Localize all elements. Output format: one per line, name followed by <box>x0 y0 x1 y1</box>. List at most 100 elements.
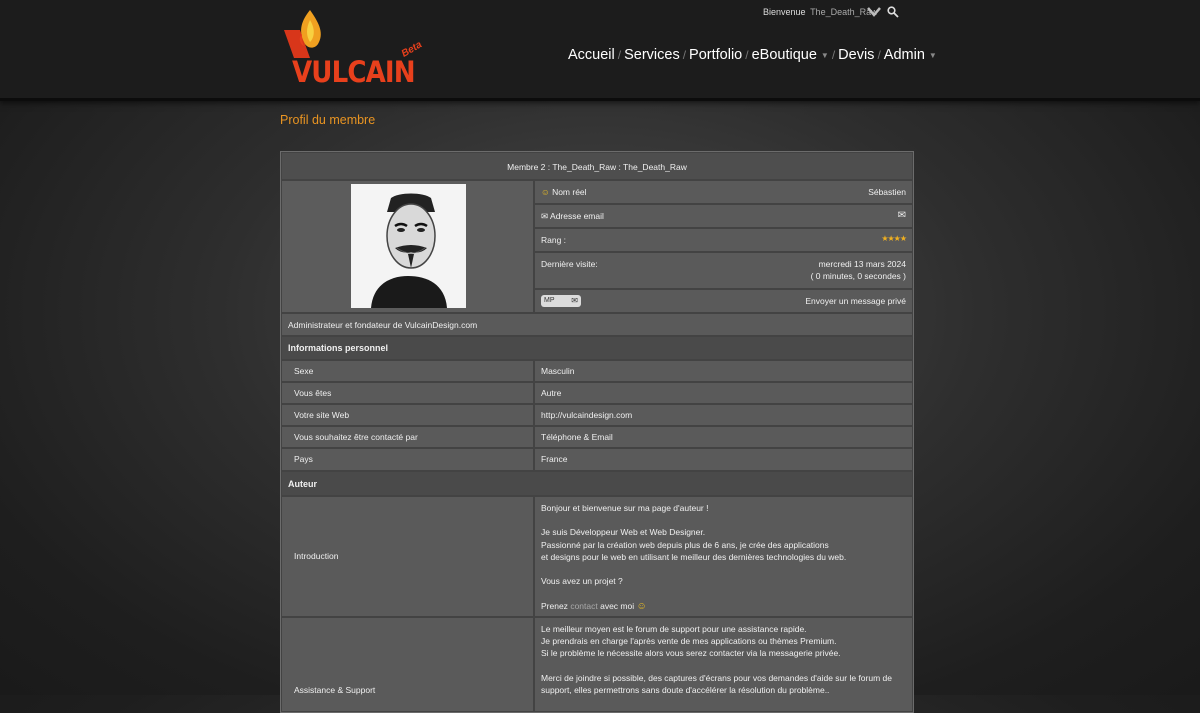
avatar <box>351 184 466 308</box>
real-name-label-text: Nom réel <box>552 187 587 197</box>
logo-text: VULCAIN <box>292 55 416 89</box>
intro-cta: Prenez contact avec moi ☺ <box>541 600 846 613</box>
contact-link[interactable]: contact <box>570 601 597 611</box>
nav-separator: / <box>831 48 836 62</box>
intro-text-cell: Bonjour et bienvenue sur ma page d'auteu… <box>534 496 913 617</box>
row-value: Téléphone & Email <box>541 432 613 442</box>
intro-line <box>541 563 846 575</box>
wink-smiley-icon: ☺ <box>636 600 647 612</box>
real-name-row: ☺ Nom réel Sébastien <box>534 180 913 204</box>
site-logo[interactable]: VULCAIN Beta <box>280 8 425 90</box>
cta-before: Prenez <box>541 600 568 611</box>
search-icon[interactable] <box>887 6 899 18</box>
row-label: Vous souhaitez être contacté par <box>294 432 418 442</box>
nav-portfolio[interactable]: Portfolio <box>689 47 742 63</box>
intro-line: Je suis Développeur Web et Web Designer. <box>541 527 706 538</box>
nav-devis[interactable]: Devis <box>838 47 874 63</box>
intro-line: Passionné par la création web depuis plu… <box>541 539 829 550</box>
row-value: France <box>541 454 568 464</box>
intro-line <box>541 587 846 599</box>
personal-row-pays: Pays <box>281 448 534 471</box>
profile-panel: Membre 2 : The_Death_Raw : The_Death_Raw… <box>280 151 914 713</box>
support-line: Je prendrais en charge l'après vente de … <box>541 636 837 647</box>
support-text-cell: Le meilleur moyen est le forum de suppor… <box>534 617 913 712</box>
pm-row: MP ✉ Envoyer un message privé <box>534 289 913 313</box>
personal-value-vous-etes: Autre <box>534 382 913 404</box>
welcome-label: Bienvenue <box>763 7 806 17</box>
support-line: Le meilleur moyen est le forum de suppor… <box>541 624 807 634</box>
profile-title: Membre 2 : The_Death_Raw : The_Death_Raw <box>507 162 687 172</box>
row-label: Pays <box>294 454 313 464</box>
nav-eboutique[interactable]: eBoutique <box>752 47 817 63</box>
avatar-image <box>351 184 466 308</box>
support-line: Si le problème le nécessite alors vous s… <box>541 648 841 659</box>
nav-separator: / <box>877 48 881 62</box>
email-row: ✉ Adresse email ✉ <box>534 204 913 228</box>
nav-services[interactable]: Services <box>624 47 680 63</box>
pm-button-label: MP <box>544 297 555 304</box>
intro-label-cell: Introduction <box>281 496 534 617</box>
main-nav: Accueil / Services / Portfolio / eBoutique ▼ / De… <box>568 47 937 63</box>
author-heading: Auteur <box>288 479 317 489</box>
send-pm-link[interactable]: Envoyer un message privé <box>805 296 906 306</box>
email-label-text: Adresse email <box>550 211 604 221</box>
personal-value-pays: France <box>534 448 913 471</box>
envelope-icon: ✉ <box>541 211 549 221</box>
personal-value-sexe: Masculin <box>534 360 913 382</box>
intro-label: Introduction <box>294 551 339 561</box>
chevron-down-icon[interactable] <box>867 6 881 18</box>
personal-row-contact: Vous souhaitez être contacté par <box>281 426 534 448</box>
dropdown-arrow-icon[interactable]: ▼ <box>929 51 937 60</box>
rank-label: Rang : <box>541 235 567 245</box>
site-header: VULCAIN Beta Bienvenue The_Death_Raw Acc… <box>0 0 1200 101</box>
personal-heading: Informations personnel <box>288 343 389 353</box>
personal-row-site-web: Votre site Web <box>281 404 534 426</box>
intro-text: Bonjour et bienvenue sur ma page d'auteu… <box>541 502 846 613</box>
row-value: Masculin <box>541 366 575 376</box>
avatar-cell <box>281 180 534 313</box>
real-name-value: Sébastien <box>868 187 906 197</box>
page-title: Profil du membre <box>280 113 376 127</box>
nav-separator: / <box>682 48 687 62</box>
row-value: Autre <box>541 388 562 398</box>
support-text: Le meilleur moyen est le forum de suppor… <box>541 623 892 696</box>
smiley-icon: ☺ <box>541 187 550 197</box>
rank-stars-icon: ★★★★ <box>881 234 907 243</box>
support-line <box>541 660 892 672</box>
row-label: Vous êtes <box>294 388 332 398</box>
nav-accueil[interactable]: Accueil <box>568 47 615 63</box>
dropdown-arrow-icon[interactable]: ▼ <box>821 51 829 60</box>
intro-line: Bonjour et bienvenue sur ma page d'auteu… <box>541 503 709 513</box>
author-heading-row: Auteur <box>281 471 913 496</box>
personal-value-site-web: http://vulcaindesign.com <box>534 404 913 426</box>
support-line: Merci de joindre si possible, des captur… <box>541 672 892 683</box>
personal-row-sexe: Sexe <box>281 360 534 382</box>
pm-button[interactable]: MP ✉ <box>541 295 581 307</box>
signature-row: Administrateur et fondateur de VulcainDe… <box>281 313 913 336</box>
intro-line: Vous avez un projet ? <box>541 576 623 587</box>
rank-row: Rang : ★★★★ <box>534 228 913 252</box>
nav-separator: / <box>745 48 749 62</box>
personal-heading-row: Informations personnel <box>281 336 913 360</box>
signature-text: Administrateur et fondateur de VulcainDe… <box>288 320 478 330</box>
mail-icon: ✉ <box>571 296 578 305</box>
email-envelope-icon[interactable]: ✉ <box>898 210 906 221</box>
website-link[interactable]: http://vulcaindesign.com <box>541 410 632 420</box>
row-label: Votre site Web <box>294 410 350 420</box>
last-visit-row: Dernière visite: mercredi 13 mars 2024 (… <box>534 252 913 289</box>
welcome-text: Bienvenue The_Death_Raw <box>763 7 878 17</box>
last-visit-ago: ( 0 minutes, 0 secondes ) <box>810 271 906 281</box>
profile-title-row: Membre 2 : The_Death_Raw : The_Death_Raw <box>281 152 913 180</box>
support-line: support, elles permettrons sans doute d'… <box>541 685 830 695</box>
last-visit-label: Dernière visite: <box>541 259 598 269</box>
nav-admin[interactable]: Admin <box>884 47 925 63</box>
row-label: Sexe <box>294 366 314 376</box>
support-label-cell: Assistance & Support <box>281 617 534 712</box>
personal-row-vous-etes: Vous êtes <box>281 382 534 404</box>
support-label: Assistance & Support <box>294 685 376 695</box>
personal-value-contact: Téléphone & Email <box>534 426 913 448</box>
cta-after: avec moi <box>600 600 635 611</box>
intro-line <box>541 514 846 526</box>
nav-separator: / <box>617 48 622 62</box>
last-visit-date: mercredi 13 mars 2024 <box>818 259 906 269</box>
